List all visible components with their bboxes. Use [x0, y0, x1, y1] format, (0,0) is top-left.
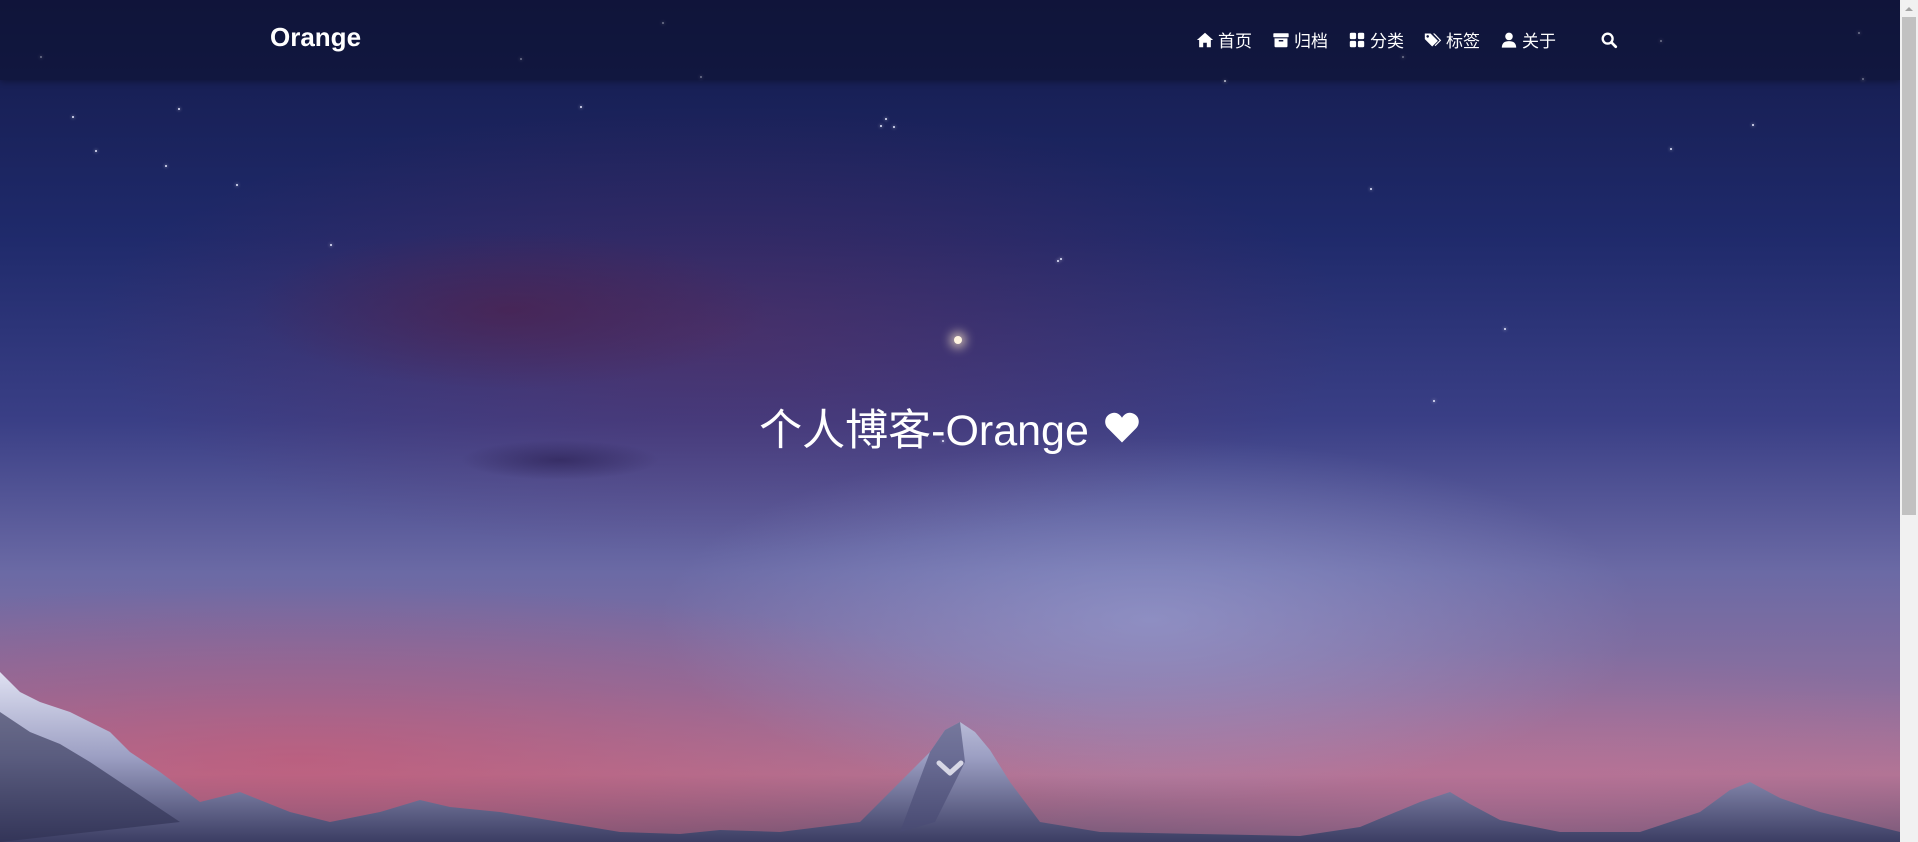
star — [165, 165, 167, 167]
star — [1057, 260, 1059, 262]
site-brand[interactable]: Orange — [270, 22, 361, 53]
archive-icon — [1272, 31, 1290, 49]
star — [236, 184, 238, 186]
mountains — [0, 672, 1900, 842]
star — [1670, 148, 1672, 150]
scroll-up-arrow[interactable] — [1900, 0, 1918, 17]
nav-item-categories[interactable]: 分类 — [1348, 27, 1404, 52]
home-icon — [1196, 31, 1214, 49]
star — [1370, 188, 1372, 190]
user-icon — [1500, 31, 1518, 49]
nav-item-label: 分类 — [1370, 32, 1404, 51]
scrollbar-thumb[interactable] — [1902, 17, 1916, 515]
tags-icon — [1424, 31, 1442, 49]
star — [1752, 124, 1754, 126]
cloud — [250, 230, 770, 390]
star — [893, 126, 895, 128]
star — [95, 150, 97, 152]
nav-item-archive[interactable]: 归档 — [1272, 27, 1328, 52]
nav-item-tags[interactable]: 标签 — [1424, 27, 1480, 52]
star — [885, 118, 887, 120]
nav-item-label: 关于 — [1522, 32, 1556, 51]
star — [880, 125, 882, 127]
hero-title-text: 个人博客-Orange — [759, 407, 1089, 455]
star — [1504, 328, 1506, 330]
nav-item-about[interactable]: 关于 — [1500, 27, 1556, 52]
scroll-down-button[interactable] — [936, 758, 964, 778]
navbar: Orange 首页 归档 分类 标签 关于 — [0, 0, 1900, 80]
heart-icon — [1103, 410, 1141, 444]
nav-menu: 首页 归档 分类 标签 关于 — [1196, 27, 1556, 52]
search-icon — [1600, 31, 1618, 49]
star — [1060, 258, 1062, 260]
star — [330, 244, 332, 246]
nav-item-home[interactable]: 首页 — [1196, 27, 1252, 52]
scrollbar[interactable] — [1900, 0, 1918, 842]
nav-item-label: 标签 — [1446, 32, 1480, 51]
star — [1224, 80, 1226, 82]
chevron-down-icon — [936, 758, 964, 778]
search-button[interactable] — [1600, 31, 1618, 49]
bright-star — [954, 336, 962, 344]
nav-item-label: 归档 — [1294, 32, 1328, 51]
hero-title: 个人博客-Orange — [0, 396, 1900, 458]
star — [72, 116, 74, 118]
nav-item-label: 首页 — [1218, 32, 1252, 51]
star — [178, 108, 180, 110]
star — [580, 106, 582, 108]
category-icon — [1348, 31, 1366, 49]
